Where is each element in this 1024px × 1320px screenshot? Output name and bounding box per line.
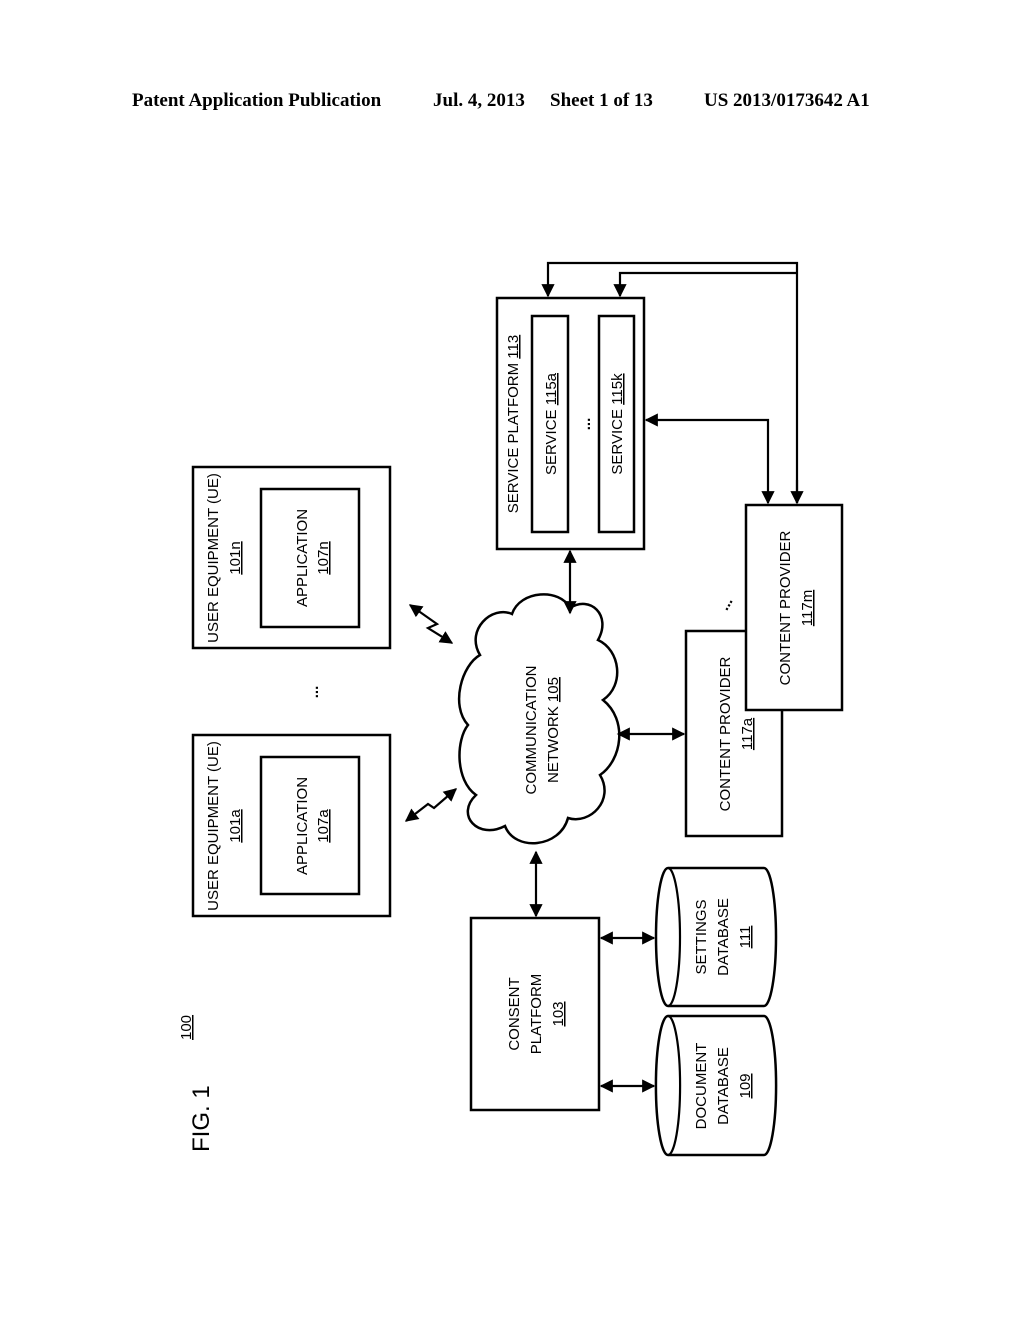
consent-ref: 103	[550, 1001, 567, 1026]
application-title: APPLICATION	[294, 509, 311, 607]
content-provider-title: CONTENT PROVIDER	[777, 530, 794, 685]
ue-title: USER EQUIPMENT (UE)	[205, 473, 222, 643]
connector-service-platform-provider	[644, 413, 775, 505]
settings-database-111: SETTINGS DATABASE 111	[654, 866, 778, 1008]
service-115a-label: SERVICE 115a	[543, 372, 560, 475]
application-ref: 107a	[315, 809, 332, 843]
communication-network-105: COMMUNICATION NETWORK 105	[458, 593, 621, 845]
provider-ellipsis: ...	[716, 594, 737, 613]
consent-line2: PLATFORM	[528, 974, 545, 1055]
wireless-link-101a	[404, 788, 457, 822]
document-database-109: DOCUMENT DATABASE 109	[654, 1014, 778, 1157]
application-title: APPLICATION	[294, 777, 311, 875]
document-db-line2: DATABASE	[715, 1047, 732, 1125]
application-ref: 107n	[315, 541, 332, 574]
content-provider-title: CONTENT PROVIDER	[717, 656, 734, 811]
settings-db-line1: SETTINGS	[693, 899, 710, 974]
network-line1: COMMUNICATION	[523, 666, 540, 795]
service-platform-label: SERVICE PLATFORM 113	[505, 335, 522, 513]
user-equipment-101n: USER EQUIPMENT (UE) 101n APPLICATION 107…	[191, 465, 392, 650]
content-provider-ref: 117m	[799, 590, 816, 626]
consent-platform-103: CONSENT PLATFORM 103	[469, 916, 601, 1112]
consent-line1: CONSENT	[506, 977, 523, 1050]
figure-1-diagram: FIG. 1 100 USER EQUIPMENT (UE) 101n APPL…	[178, 261, 844, 1157]
figure-label: FIG. 1	[188, 1085, 215, 1152]
settings-db-ref: 111	[737, 926, 754, 949]
document-db-ref: 109	[737, 1073, 754, 1098]
figure-ref: 100	[178, 1015, 195, 1040]
document-db-line1: DOCUMENT	[693, 1043, 710, 1130]
connector-provider-service-115k	[613, 271, 797, 298]
network-label: NETWORK 105	[545, 677, 562, 783]
ue-title: USER EQUIPMENT (UE)	[205, 741, 222, 911]
wireless-link-101n	[408, 604, 454, 644]
settings-db-line2: DATABASE	[715, 898, 732, 976]
content-provider-117m: CONTENT PROVIDER 117m	[744, 503, 844, 712]
service-platform-113: SERVICE PLATFORM 113 SERVICE 115a ... SE…	[495, 296, 646, 551]
content-provider-ref: 117a	[739, 717, 756, 750]
service-115k-label: SERVICE 115k	[609, 373, 626, 475]
ue-ellipsis: ...	[305, 686, 322, 699]
ue-ref: 101n	[227, 541, 244, 574]
service-ellipsis: ...	[577, 418, 594, 431]
ue-ref: 101a	[227, 809, 244, 843]
user-equipment-101a: USER EQUIPMENT (UE) 101a APPLICATION 107…	[191, 733, 392, 918]
